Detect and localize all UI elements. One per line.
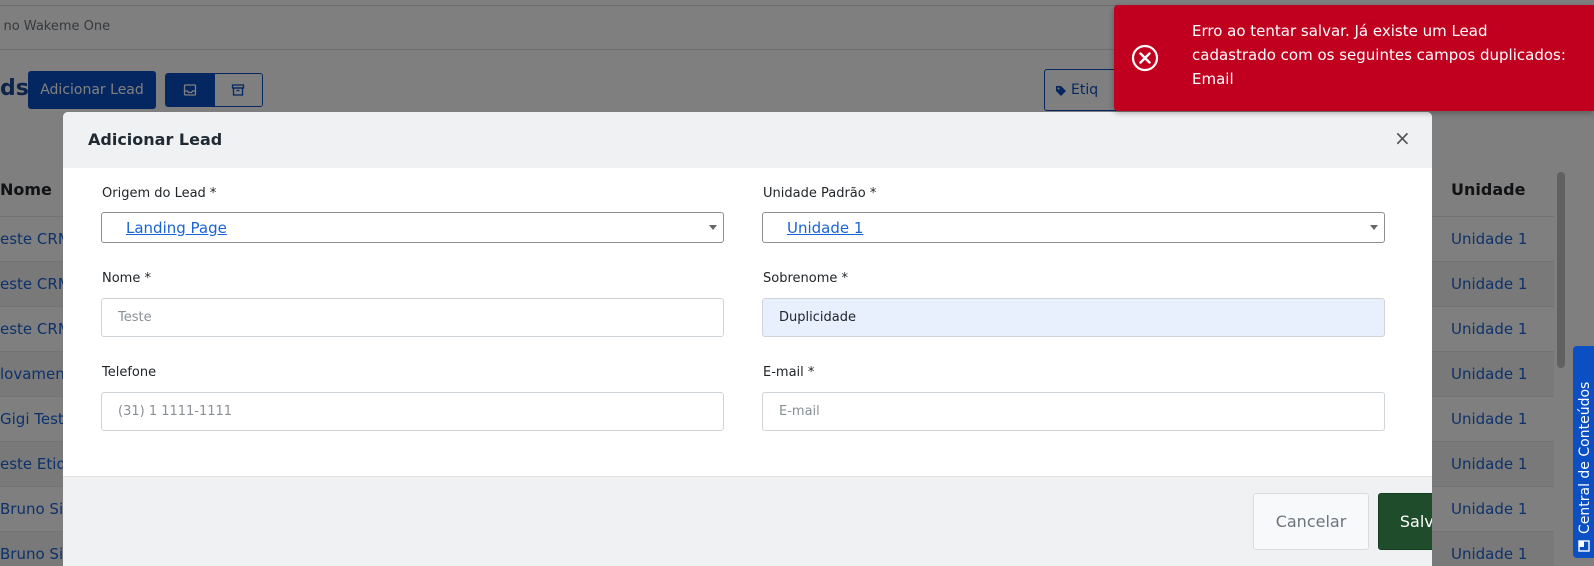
email-label: E-mail * bbox=[763, 365, 815, 380]
content-center-label: Central de Conteúdos bbox=[1577, 382, 1593, 552]
origem-select[interactable]: Landing Page bbox=[101, 212, 724, 243]
error-toast[interactable]: Erro ao tentar salvar. Já existe um Lead… bbox=[1114, 5, 1594, 111]
chevron-down-icon bbox=[1370, 225, 1378, 230]
modal-footer: Cancelar Salvar bbox=[63, 476, 1432, 566]
origem-label: Origem do Lead * bbox=[102, 186, 217, 201]
chevron-down-icon bbox=[709, 225, 717, 230]
sobrenome-label: Sobrenome * bbox=[763, 271, 849, 286]
origem-selected-value: Landing Page bbox=[126, 219, 227, 237]
error-circle-icon bbox=[1131, 44, 1159, 72]
save-button[interactable]: Salvar bbox=[1378, 493, 1432, 550]
book-icon bbox=[1578, 540, 1590, 552]
add-lead-modal: Adicionar Lead × Origem do Lead * Landin… bbox=[63, 112, 1432, 566]
modal-title: Adicionar Lead bbox=[88, 130, 223, 149]
content-center-text: Central de Conteúdos bbox=[1577, 381, 1593, 534]
unidade-selected-value: Unidade 1 bbox=[787, 219, 864, 237]
unidade-label: Unidade Padrão * bbox=[763, 186, 877, 201]
telefone-label: Telefone bbox=[102, 365, 157, 380]
close-icon[interactable]: × bbox=[1394, 128, 1411, 148]
telefone-input[interactable] bbox=[101, 392, 724, 431]
cancel-button[interactable]: Cancelar bbox=[1253, 493, 1369, 550]
unidade-select[interactable]: Unidade 1 bbox=[762, 212, 1385, 243]
nome-input[interactable] bbox=[101, 298, 724, 337]
toast-message: Erro ao tentar salvar. Já existe um Lead… bbox=[1192, 22, 1566, 88]
email-input[interactable] bbox=[762, 392, 1385, 431]
modal-header: Adicionar Lead × bbox=[63, 112, 1432, 168]
sobrenome-input[interactable] bbox=[762, 298, 1385, 337]
nome-label: Nome * bbox=[102, 271, 151, 286]
